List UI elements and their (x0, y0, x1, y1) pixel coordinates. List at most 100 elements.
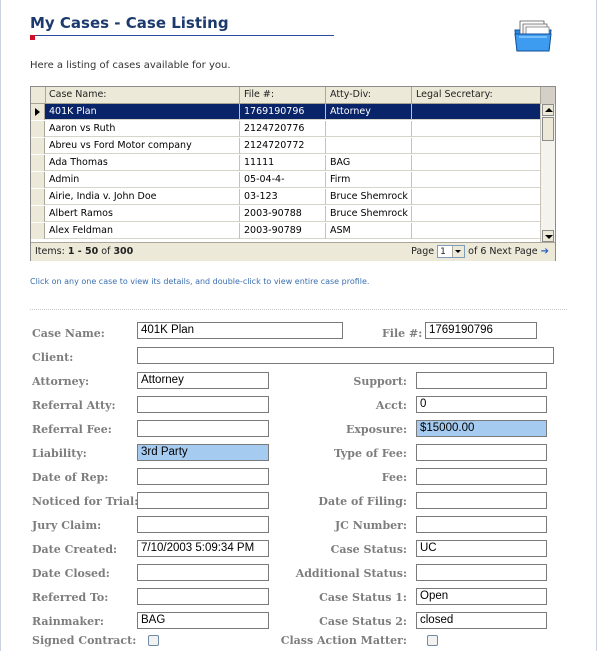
row-header (31, 172, 45, 188)
referral-fee-label: Referral Fee: (32, 423, 112, 436)
noticed-for-trial-field[interactable] (137, 492, 269, 509)
row-selector-header (31, 87, 46, 103)
jury-claim-field[interactable] (137, 516, 269, 533)
title-underline (30, 35, 334, 36)
signed-contract-checkbox[interactable] (148, 635, 159, 646)
cell-file-no: 05-04-4- (240, 172, 326, 188)
type-of-fee-label: Type of Fee: (333, 447, 407, 460)
date-closed-field[interactable] (137, 564, 269, 581)
table-row[interactable]: Alex Feldman 2003-90789 ASM (31, 223, 541, 239)
date-created-field[interactable]: 7/10/2003 5:09:34 PM (137, 540, 269, 557)
cell-case-name: Ada Thomas (45, 155, 240, 171)
scroll-up-button[interactable] (542, 104, 554, 116)
client-label: Client: (32, 351, 74, 364)
referral-fee-field[interactable] (137, 420, 269, 437)
acct-field[interactable]: 0 (416, 396, 547, 413)
case-name-field[interactable]: 401K Plan (137, 322, 343, 339)
cell-atty-div: Bruce Shemrock (326, 206, 412, 222)
cell-legal-secretary (412, 155, 541, 171)
next-page-link[interactable]: Next Page (489, 246, 537, 257)
type-of-fee-field[interactable] (416, 444, 547, 461)
jury-claim-label: Jury Claim: (32, 519, 102, 532)
scroll-down-button[interactable] (542, 230, 554, 242)
liability-field[interactable]: 3rd Party (137, 444, 269, 461)
referral-atty-field[interactable] (137, 396, 269, 413)
scroll-down-icon (545, 235, 553, 239)
column-header-file-no[interactable]: File #: (240, 87, 326, 103)
table-row[interactable]: Ada Thomas 11111 BAG (31, 155, 541, 171)
row-pointer-icon (35, 108, 40, 116)
cell-legal-secretary (412, 172, 541, 188)
cell-file-no: 03-123 (240, 189, 326, 205)
cell-file-no: 2003-90788 (240, 206, 326, 222)
case-listing-page: My Cases - Case Listing Here a listing o… (0, 0, 599, 651)
row-header (31, 189, 45, 205)
cell-case-name: Alex Feldman (45, 223, 240, 239)
row-header (31, 121, 45, 137)
additional-status-field[interactable] (416, 564, 547, 581)
grid-vertical-scrollbar[interactable] (540, 104, 555, 242)
scroll-up-icon (545, 108, 553, 112)
page-select-value: 1 (440, 247, 446, 257)
case-status-label: Case Status: (330, 543, 407, 556)
rainmaker-label: Rainmaker: (32, 615, 104, 628)
class-action-matter-checkbox[interactable] (427, 635, 438, 646)
attorney-field[interactable]: Attorney (137, 372, 269, 389)
table-row[interactable]: Albert Ramos 2003-90788 Bruce Shemrock (31, 206, 541, 222)
scroll-thumb[interactable] (542, 117, 554, 141)
column-header-atty-div[interactable]: Atty-Div: (326, 87, 412, 103)
pager: Page 1 of 6 Next Page ➔ (411, 244, 549, 260)
referred-to-field[interactable] (137, 588, 269, 605)
grid-footer: Items: 1 - 50 of 300 Page 1 of 6 Next Pa… (31, 242, 555, 261)
table-row[interactable]: Airie, India v. John Doe 03-123 Bruce Sh… (31, 189, 541, 205)
cell-case-name: Abreu vs Ford Motor company (45, 138, 240, 154)
case-status-field[interactable]: UC (416, 540, 547, 557)
date-of-filing-field[interactable] (416, 492, 547, 509)
exposure-label: Exposure: (345, 423, 407, 436)
date-of-rep-field[interactable] (137, 468, 269, 485)
row-header (31, 155, 45, 171)
cell-legal-secretary (412, 223, 541, 239)
cell-file-no: 11111 (240, 155, 326, 171)
case-status-1-label: Case Status 1: (319, 591, 407, 604)
referral-atty-label: Referral Atty: (32, 399, 116, 412)
row-header (31, 104, 45, 120)
date-of-rep-label: Date of Rep: (32, 471, 109, 484)
support-field[interactable] (416, 372, 547, 389)
page-select[interactable]: 1 (437, 245, 466, 258)
row-header (31, 138, 45, 154)
cell-legal-secretary (412, 138, 541, 154)
jc-number-field[interactable] (416, 516, 547, 533)
case-status-2-field[interactable]: closed (416, 612, 547, 629)
items-summary: Items: 1 - 50 of 300 (35, 246, 133, 257)
items-total: 300 (113, 246, 134, 257)
row-header (31, 206, 45, 222)
cell-file-no: 1769190796 (240, 104, 326, 120)
fee-field[interactable] (416, 468, 547, 485)
file-no-field[interactable]: 1769190796 (425, 322, 537, 339)
table-row[interactable]: Abreu vs Ford Motor company 2124720772 (31, 138, 541, 154)
items-prefix: Items: (35, 246, 65, 257)
liability-label: Liability: (32, 447, 87, 460)
column-header-legal-secretary[interactable]: Legal Secretary: (412, 87, 541, 103)
exposure-field[interactable]: $15000.00 (416, 420, 547, 437)
row-header (31, 223, 45, 239)
cell-legal-secretary (412, 206, 541, 222)
table-row[interactable]: Admin 05-04-4- Firm (31, 172, 541, 188)
client-field[interactable] (137, 347, 554, 364)
cell-atty-div: BAG (326, 155, 412, 171)
table-row[interactable]: 401K Plan 1769190796 Attorney (31, 104, 541, 120)
case-status-1-field[interactable]: Open (416, 588, 547, 605)
cell-atty-div: Bruce Shemrock (326, 189, 412, 205)
next-arrow-icon[interactable]: ➔ (541, 246, 549, 257)
cell-legal-secretary (412, 121, 541, 137)
cell-case-name: Admin (45, 172, 240, 188)
column-header-case-name[interactable]: Case Name: (45, 87, 240, 103)
table-row[interactable]: Aaron vs Ruth 2124720776 (31, 121, 541, 137)
rainmaker-field[interactable]: BAG (137, 612, 269, 629)
cell-atty-div (326, 138, 412, 154)
section-divider (30, 309, 567, 310)
cell-file-no: 2124720776 (240, 121, 326, 137)
chevron-down-icon (452, 246, 465, 257)
items-of: of (101, 246, 111, 257)
